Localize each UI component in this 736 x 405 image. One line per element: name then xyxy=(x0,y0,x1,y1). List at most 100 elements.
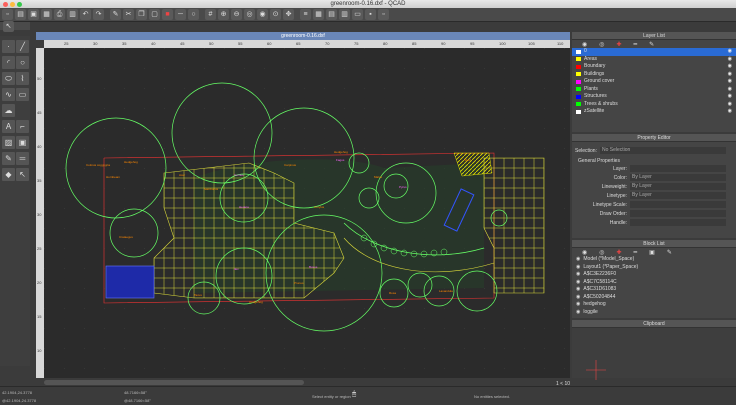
text-tool-icon[interactable]: A xyxy=(2,120,15,133)
polyline-tool-icon[interactable]: ⌇ xyxy=(16,72,29,85)
block-visibility-icon[interactable]: ◉ xyxy=(576,271,580,279)
select-tool-icon[interactable]: ↖ xyxy=(16,168,29,181)
zoom-auto-icon[interactable]: ◎ xyxy=(244,9,255,20)
layer-visibility-icon[interactable]: ◉ xyxy=(728,86,732,94)
remove-block-icon[interactable]: ━ xyxy=(634,249,638,256)
shape-tool-icon[interactable]: ▭ xyxy=(16,88,29,101)
layer-visibility-icon[interactable]: ◉ xyxy=(728,93,732,101)
property-value[interactable] xyxy=(630,210,726,217)
zoom-in-icon[interactable]: ⊕ xyxy=(218,9,229,20)
property-value[interactable]: By Layer xyxy=(630,192,726,199)
cloud-tool-icon[interactable]: ☁ xyxy=(2,104,15,117)
linetype-icon[interactable]: ─ xyxy=(175,9,186,20)
block-visibility-icon[interactable]: ◉ xyxy=(576,294,580,302)
show-blocks-icon[interactable]: ◉ xyxy=(582,249,587,256)
new-file-icon[interactable]: ▫ xyxy=(2,9,13,20)
zoom-previous-icon[interactable]: ◉ xyxy=(257,9,268,20)
modify-tool-icon[interactable]: ✎ xyxy=(2,152,15,165)
zoom-out-icon[interactable]: ⊖ xyxy=(231,9,242,20)
property-value[interactable] xyxy=(630,165,726,172)
property-value[interactable] xyxy=(630,219,726,226)
block-visibility-icon[interactable]: ◉ xyxy=(576,279,580,287)
library-browser-icon[interactable]: ▥ xyxy=(339,9,350,20)
point-tool-icon[interactable]: · xyxy=(2,40,15,53)
add-layer-icon[interactable]: ✚ xyxy=(617,41,622,48)
zoom-window-icon[interactable]: ⊙ xyxy=(270,9,281,20)
linewidth-icon[interactable]: ○ xyxy=(188,9,199,20)
print-icon[interactable]: ⎙ xyxy=(54,9,65,20)
close-window-icon[interactable] xyxy=(3,1,8,7)
block-visibility-icon[interactable]: ◉ xyxy=(576,301,580,309)
property-value[interactable] xyxy=(630,201,726,208)
block-row[interactable]: ◉ A$C7C58114C xyxy=(572,279,736,287)
layer-visibility-icon[interactable]: ◉ xyxy=(728,63,732,71)
block-row[interactable]: ◉ Model (*Model_Space) xyxy=(572,256,736,264)
select-arrow-icon[interactable]: ↖ xyxy=(3,21,14,32)
layer-visibility-icon[interactable]: ◉ xyxy=(728,71,732,79)
open-file-icon[interactable]: ▤ xyxy=(15,9,26,20)
layer-visibility-icon[interactable]: ◉ xyxy=(728,108,732,116)
add-block-icon[interactable]: ✚ xyxy=(617,249,622,256)
layer-row[interactable]: Structures ◉ xyxy=(572,93,736,101)
hatch-tool-icon[interactable]: ▨ xyxy=(2,136,15,149)
layer-row[interactable]: Areas ◉ xyxy=(572,56,736,64)
insert-block-icon[interactable]: ▣ xyxy=(649,249,655,256)
layer-row[interactable]: Trees & shrubs ◉ xyxy=(572,101,736,109)
arc-tool-icon[interactable]: ◜ xyxy=(2,56,15,69)
layer-row[interactable]: 0 ◉ xyxy=(572,48,736,56)
block-row[interactable]: ◉ loggile xyxy=(572,309,736,317)
command-line-icon[interactable]: ▭ xyxy=(352,9,363,20)
ellipse-tool-icon[interactable]: ⬭ xyxy=(2,72,15,85)
redo-icon[interactable]: ↷ xyxy=(93,9,104,20)
property-value[interactable]: By Layer xyxy=(630,183,726,190)
block-row[interactable]: ◉ Layout1 (*Paper_Space) xyxy=(572,264,736,272)
layer-list-icon[interactable]: ≡ xyxy=(300,9,311,20)
image-tool-icon[interactable]: ▣ xyxy=(16,136,29,149)
block-list-icon[interactable]: ▦ xyxy=(313,9,324,20)
selection-dropdown[interactable]: No Selection xyxy=(599,147,726,154)
minimize-window-icon[interactable] xyxy=(10,1,15,7)
save-icon[interactable]: ▣ xyxy=(28,9,39,20)
snap-icon[interactable]: ▪ xyxy=(365,9,376,20)
layer-row[interactable]: Plants ◉ xyxy=(572,86,736,94)
edit-block-icon[interactable]: ✎ xyxy=(667,249,672,256)
horizontal-scrollbar[interactable] xyxy=(44,380,304,385)
layer-visibility-icon[interactable]: ◉ xyxy=(728,78,732,86)
block-row[interactable]: ◉ A$C31D61083 xyxy=(572,286,736,294)
block-row[interactable]: ◉ hedgehog xyxy=(572,301,736,309)
info-tool-icon[interactable]: ═ xyxy=(16,152,29,165)
line-tool-icon[interactable]: ╱ xyxy=(16,40,29,53)
circle-tool-icon[interactable]: ○ xyxy=(16,56,29,69)
remove-layer-icon[interactable]: ━ xyxy=(634,41,638,48)
save-as-icon[interactable]: ▦ xyxy=(41,9,52,20)
hide-all-layers-icon[interactable]: ◎ xyxy=(599,41,604,48)
zoom-window-icon[interactable] xyxy=(17,1,22,7)
paste-icon[interactable]: ▢ xyxy=(149,9,160,20)
document-tab[interactable]: greenroom-0.16.dxf xyxy=(36,32,570,40)
layer-visibility-icon[interactable]: ◉ xyxy=(728,56,732,64)
show-all-layers-icon[interactable]: ◉ xyxy=(582,41,587,48)
dimension-tool-icon[interactable]: ⌐ xyxy=(16,120,29,133)
print-preview-icon[interactable]: ▥ xyxy=(67,9,78,20)
block-tool-icon[interactable]: ◆ xyxy=(2,168,15,181)
layer-row[interactable]: Boundary ◉ xyxy=(572,63,736,71)
property-value[interactable]: By Layer xyxy=(630,174,726,181)
block-visibility-icon[interactable]: ◉ xyxy=(576,264,580,272)
property-editor-icon[interactable]: ▤ xyxy=(326,9,337,20)
block-visibility-icon[interactable]: ◉ xyxy=(576,309,580,317)
layer-row[interactable]: Ground cover ◉ xyxy=(572,78,736,86)
layer-visibility-icon[interactable]: ◉ xyxy=(728,101,732,109)
block-visibility-icon[interactable]: ◉ xyxy=(576,286,580,294)
copy-icon[interactable]: ❐ xyxy=(136,9,147,20)
pen-icon[interactable]: ✎ xyxy=(110,9,121,20)
edit-layer-icon[interactable]: ✎ xyxy=(649,41,654,48)
color-icon[interactable]: ■ xyxy=(162,9,173,20)
block-row[interactable]: ◉ A$C3E2236F0 xyxy=(572,271,736,279)
hide-blocks-icon[interactable]: ◎ xyxy=(599,249,604,256)
undo-icon[interactable]: ↶ xyxy=(80,9,91,20)
cut-icon[interactable]: ✂ xyxy=(123,9,134,20)
layer-visibility-icon[interactable]: ◉ xyxy=(728,48,732,56)
grid-icon[interactable]: # xyxy=(205,9,216,20)
layer-row[interactable]: Buildings ◉ xyxy=(572,71,736,79)
spline-tool-icon[interactable]: ∿ xyxy=(2,88,15,101)
